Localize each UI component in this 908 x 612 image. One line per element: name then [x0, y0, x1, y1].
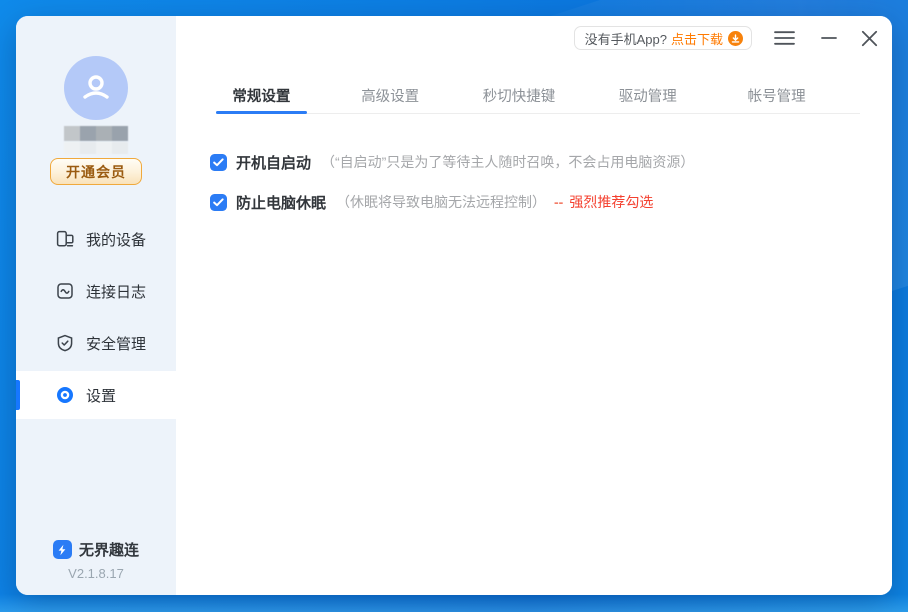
sidebar-nav: 我的设备 连接日志 — [16, 215, 176, 423]
menu-button[interactable] — [774, 30, 795, 46]
settings-tabs: 常规设置 高级设置 秒切快捷键 驱动管理 帐号管理 — [216, 78, 860, 114]
close-button[interactable] — [861, 30, 878, 47]
minimize-icon — [821, 36, 837, 40]
shield-icon — [55, 333, 75, 353]
sidebar-item-connection-logs[interactable]: 连接日志 — [16, 267, 176, 315]
check-icon — [213, 158, 224, 167]
download-icon — [728, 31, 743, 46]
hamburger-icon — [774, 30, 795, 46]
sidebar-item-label: 安全管理 — [86, 333, 146, 354]
setting-label: 防止电脑休眠 — [236, 192, 326, 213]
prevent-sleep-checkbox[interactable] — [210, 194, 227, 211]
sidebar-item-security[interactable]: 安全管理 — [16, 319, 176, 367]
sidebar-item-my-devices[interactable]: 我的设备 — [16, 215, 176, 263]
sidebar-item-label: 设置 — [86, 385, 116, 406]
tab-account-management[interactable]: 帐号管理 — [731, 78, 822, 113]
open-vip-button[interactable]: 开通会员 — [50, 158, 142, 185]
download-link[interactable]: 点击下载 — [671, 29, 723, 48]
app-name: 无界趣连 — [79, 539, 139, 560]
user-icon — [76, 68, 116, 108]
sidebar-footer: 无界趣连 V2.1.8.17 — [16, 539, 176, 581]
mobile-app-promo[interactable]: 没有手机App? 点击下载 — [574, 26, 752, 50]
desktop-background: 开通会员 我的设备 — [0, 0, 908, 612]
settings-icon — [55, 385, 75, 405]
setting-row-autostart: 开机自启动 （“自启动”只是为了等待主人随时召唤，不会占用电脑资源） — [210, 150, 872, 174]
setting-note: （休眠将导致电脑无法远程控制） — [336, 192, 546, 212]
check-icon — [213, 198, 224, 207]
highlight-dashes: -- — [554, 194, 563, 210]
username-blurred — [64, 126, 128, 141]
minimize-button[interactable] — [821, 36, 837, 40]
app-window: 开通会员 我的设备 — [16, 16, 892, 595]
sidebar-item-settings[interactable]: 设置 — [16, 371, 176, 419]
close-icon — [861, 30, 878, 47]
promo-text: 没有手机App? — [585, 29, 667, 48]
app-version: V2.1.8.17 — [16, 566, 176, 581]
main-content: 没有手机App? 点击下载 — [176, 16, 892, 595]
sidebar: 开通会员 我的设备 — [16, 16, 176, 595]
log-icon — [55, 281, 75, 301]
tab-quick-switch-hotkeys[interactable]: 秒切快捷键 — [474, 78, 565, 113]
tab-advanced-settings[interactable]: 高级设置 — [345, 78, 436, 113]
tab-general-settings[interactable]: 常规设置 — [216, 78, 307, 113]
settings-panel: 开机自启动 （“自启动”只是为了等待主人随时召唤，不会占用电脑资源） 防止电脑休… — [210, 150, 872, 230]
devices-icon — [55, 229, 75, 249]
setting-note: （“自启动”只是为了等待主人随时召唤，不会占用电脑资源） — [321, 152, 694, 172]
autostart-checkbox[interactable] — [210, 154, 227, 171]
titlebar: 没有手机App? 点击下载 — [574, 25, 878, 51]
setting-row-prevent-sleep: 防止电脑休眠 （休眠将导致电脑无法远程控制） -- 强烈推荐勾选 — [210, 190, 872, 214]
sidebar-item-label: 我的设备 — [86, 229, 146, 250]
sidebar-item-label: 连接日志 — [86, 281, 146, 302]
tab-driver-management[interactable]: 驱动管理 — [602, 78, 693, 113]
setting-label: 开机自启动 — [236, 152, 311, 173]
highlight-recommendation: 强烈推荐勾选 — [569, 192, 653, 212]
app-logo-icon — [53, 540, 72, 559]
avatar[interactable] — [64, 56, 128, 120]
